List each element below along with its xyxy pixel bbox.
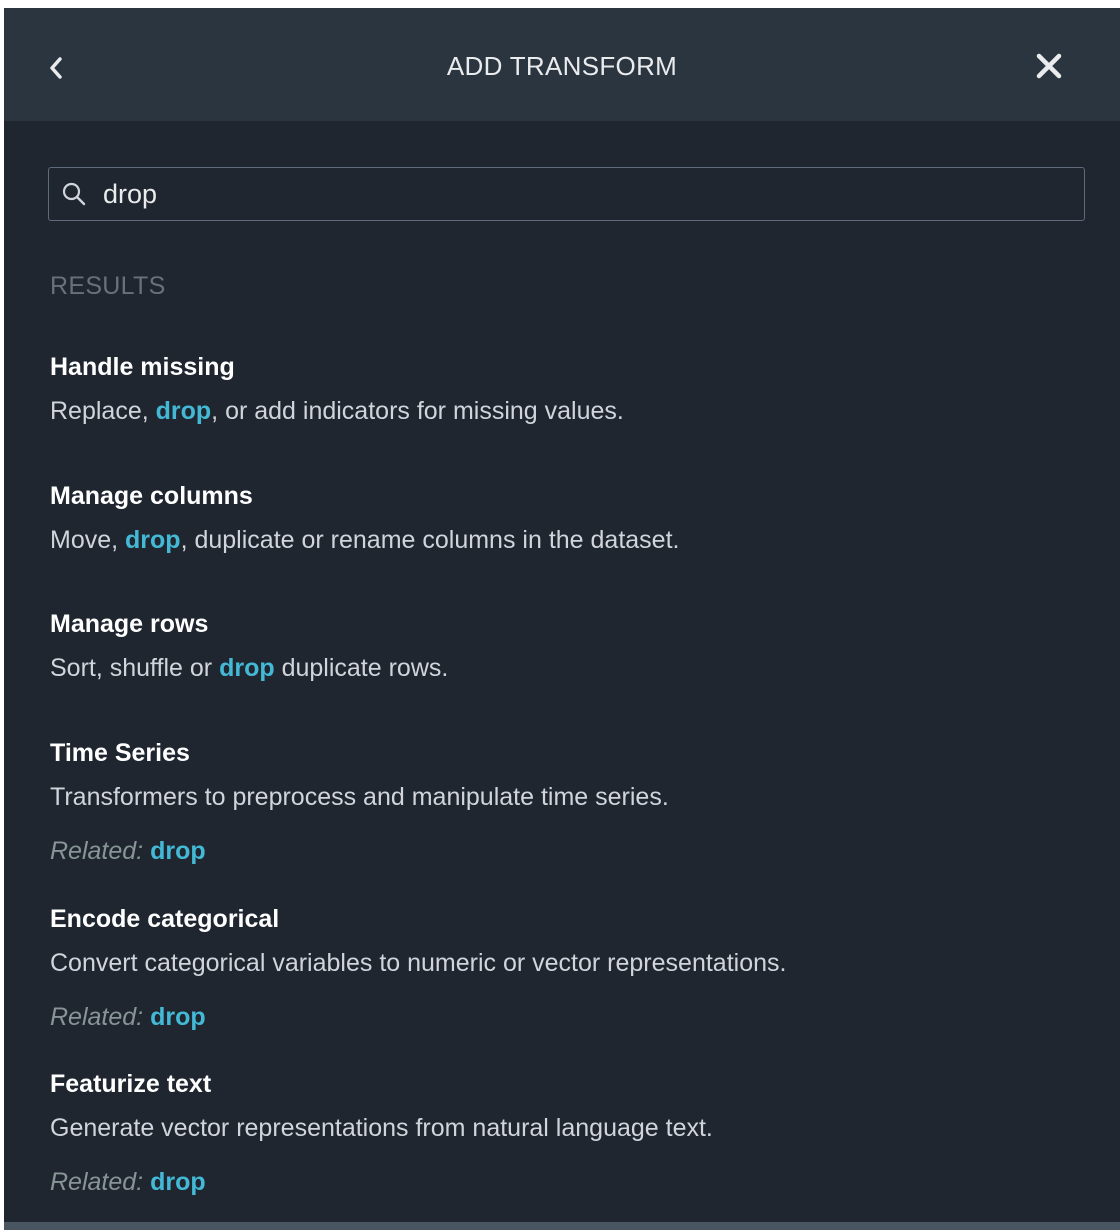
related-match: drop (150, 1168, 206, 1196)
result-time-series[interactable]: Time Series Transformers to preprocess a… (50, 737, 1070, 867)
result-description: Move, drop, duplicate or rename columns … (50, 526, 680, 554)
result-description: Transformers to preprocess and manipulat… (50, 783, 669, 811)
related-tag: Related: drop (50, 1003, 206, 1031)
close-icon (1036, 53, 1062, 79)
result-description: Replace, drop, or add indicators for mis… (50, 397, 624, 425)
result-title: Handle missing (50, 353, 235, 381)
result-title: Featurize text (50, 1070, 212, 1098)
panel-header: ADD TRANSFORM (4, 8, 1120, 121)
search-match: drop (125, 526, 181, 554)
result-encode-categorical[interactable]: Encode categorical Convert categorical v… (50, 903, 1070, 1033)
search-match: drop (219, 654, 275, 682)
result-featurize-text[interactable]: Featurize text Generate vector represent… (50, 1068, 1070, 1198)
result-description: Generate vector representations from nat… (50, 1114, 713, 1142)
result-description: Sort, shuffle or drop duplicate rows. (50, 654, 449, 682)
panel-title: ADD TRANSFORM (446, 51, 678, 81)
result-description: Convert categorical variables to numeric… (50, 949, 787, 977)
result-title: Encode categorical (50, 905, 280, 933)
result-title: Manage columns (50, 482, 253, 510)
search-input[interactable] (103, 176, 1063, 212)
add-transform-panel: ADD TRANSFORM RESULTS Handle missing Rep… (4, 8, 1120, 1230)
result-title: Manage rows (50, 610, 209, 638)
search-box (48, 167, 1085, 221)
result-handle-missing[interactable]: Handle missing Replace, drop, or add ind… (50, 351, 1070, 427)
related-match: drop (150, 837, 206, 865)
panel-footer-edge (4, 1222, 1120, 1230)
result-manage-rows[interactable]: Manage rows Sort, shuffle or drop duplic… (50, 608, 1070, 684)
results-heading: RESULTS (50, 272, 166, 300)
search-icon (62, 182, 86, 206)
close-button[interactable] (1029, 46, 1069, 86)
search-match: drop (155, 397, 212, 425)
related-tag: Related: drop (50, 1168, 206, 1196)
related-tag: Related: drop (50, 837, 206, 865)
result-manage-columns[interactable]: Manage columns Move, drop, duplicate or … (50, 480, 1070, 556)
result-title: Time Series (50, 739, 190, 767)
related-match: drop (150, 1003, 206, 1031)
